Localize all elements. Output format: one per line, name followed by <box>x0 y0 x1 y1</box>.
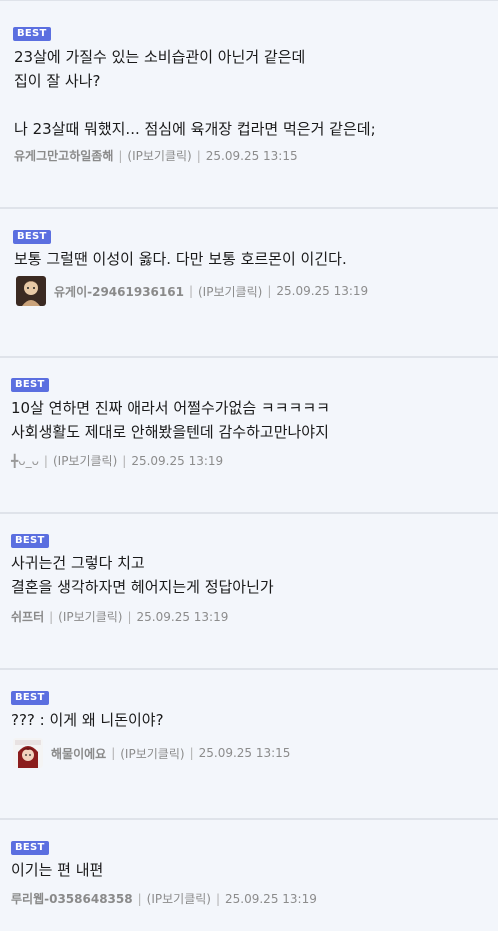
best-badge: BEST <box>13 27 51 41</box>
ip-link[interactable]: (IP보기클릭) <box>127 147 191 164</box>
comment-line: 나 23살때 뭐했지... 점심에 육개장 컵라면 먹은거 같은데; <box>14 120 376 138</box>
comment-line: 23살에 가질수 있는 소비습관이 아닌거 같은데 <box>14 48 306 66</box>
comment-date: 25.09.25 13:19 <box>225 891 317 906</box>
author-nickname[interactable]: 해물이에요 <box>51 745 106 762</box>
avatar-portrait-icon[interactable] <box>16 276 46 306</box>
comment-item: BEST 이기는 편 내편 루리웹-0358648358 | (IP보기클릭) … <box>0 820 498 931</box>
ip-link[interactable]: (IP보기클릭) <box>120 745 184 762</box>
comment-date: 25.09.25 13:15 <box>198 746 291 760</box>
comment-item: BEST 10살 연하면 진짜 애라서 어쩔수가없슴 ㅋㅋㅋㅋㅋ 사회생활도 제… <box>0 358 498 514</box>
author-nickname[interactable]: 유게이-29461936161 <box>54 283 184 300</box>
comment-item: BEST 23살에 가질수 있는 소비습관이 아닌거 같은데 집이 잘 사나? … <box>0 0 498 209</box>
divider: | <box>188 284 193 298</box>
ip-link[interactable]: (IP보기클릭) <box>58 608 122 625</box>
divider: | <box>122 453 127 468</box>
comment-meta: 유게그만고하일좀해 | (IP보기클릭) | 25.09.25 13:15 <box>14 147 298 164</box>
best-badge: BEST <box>11 691 49 705</box>
author-nickname[interactable]: 루리웹-0358648358 <box>11 890 133 907</box>
comment-date: 25.09.25 13:19 <box>136 609 229 624</box>
comment-line: 이기는 편 내편 <box>11 861 104 879</box>
comment-meta: 루리웹-0358648358 | (IP보기클릭) | 25.09.25 13:… <box>11 890 317 907</box>
divider: | <box>196 148 201 163</box>
comment-meta: ╋ᴗ_ᴗ | (IP보기클릭) | 25.09.25 13:19 <box>11 452 223 469</box>
comment-item: BEST ??? : 이게 왜 니돈이야? 해물이에요 | (IP보기클릭) |… <box>0 670 498 820</box>
best-badge: BEST <box>11 841 49 855</box>
comment-line: ??? : 이게 왜 니돈이야? <box>11 711 164 729</box>
comment-date: 25.09.25 13:19 <box>131 453 224 468</box>
avatar-character-icon[interactable] <box>13 738 43 768</box>
divider: | <box>189 746 194 760</box>
comment-meta: 해물이에요 | (IP보기클릭) | 25.09.25 13:15 <box>13 738 290 768</box>
ip-link[interactable]: (IP보기클릭) <box>53 452 117 469</box>
comment-meta: 쉬프터 | (IP보기클릭) | 25.09.25 13:19 <box>11 608 228 625</box>
comment-item: BEST 사귀는건 그렇다 치고 결혼을 생각하자면 헤어지는게 정답아닌가 쉬… <box>0 514 498 670</box>
comment-line: 집이 잘 사나? <box>14 72 101 90</box>
ip-link[interactable]: (IP보기클릭) <box>147 890 211 907</box>
comment-date: 25.09.25 13:15 <box>205 148 298 163</box>
divider: | <box>127 609 132 624</box>
comment-line: 10살 연하면 진짜 애라서 어쩔수가없슴 ㅋㅋㅋㅋㅋ <box>11 399 330 417</box>
author-nickname[interactable]: 유게그만고하일좀해 <box>14 147 113 164</box>
comment-date: 25.09.25 13:19 <box>276 284 369 298</box>
author-nickname[interactable]: ╋ᴗ_ᴗ <box>11 454 39 468</box>
comment-item: BEST 보통 그럴땐 이성이 옳다. 다만 보통 호르몬이 이긴다. 유게이-… <box>0 209 498 358</box>
author-nickname[interactable]: 쉬프터 <box>11 608 44 625</box>
divider: | <box>49 609 54 624</box>
comment-meta: 유게이-29461936161 | (IP보기클릭) | 25.09.25 13… <box>16 276 368 306</box>
best-badge: BEST <box>13 230 51 244</box>
comment-line: 사귀는건 그렇다 치고 <box>11 554 145 572</box>
divider: | <box>137 891 142 906</box>
ip-link[interactable]: (IP보기클릭) <box>198 283 262 300</box>
divider: | <box>43 453 48 468</box>
comment-line: 보통 그럴땐 이성이 옳다. 다만 보통 호르몬이 이긴다. <box>14 250 347 268</box>
divider: | <box>118 148 123 163</box>
comment-line: 결혼을 생각하자면 헤어지는게 정답아닌가 <box>11 578 274 596</box>
divider: | <box>111 746 116 760</box>
comment-line: 사회생활도 제대로 안해봤을텐데 감수하고만나야지 <box>11 423 329 441</box>
best-badge: BEST <box>11 534 49 548</box>
divider: | <box>215 891 221 906</box>
divider: | <box>267 284 272 298</box>
best-badge: BEST <box>11 378 49 392</box>
